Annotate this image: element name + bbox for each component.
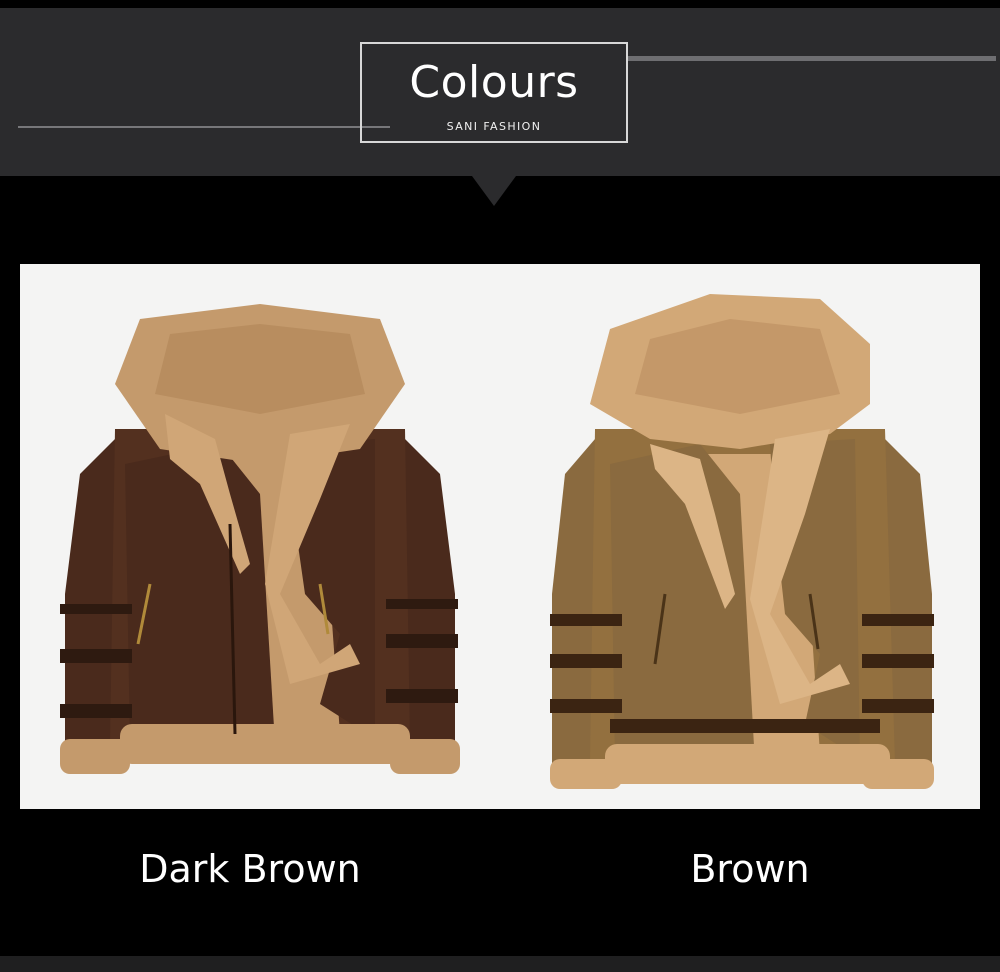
header-rule-right	[628, 56, 996, 61]
dark-brown-jacket-image	[60, 304, 460, 774]
colour-label-brown: Brown	[690, 847, 810, 891]
bottom-strip	[0, 956, 1000, 972]
header-notch	[472, 176, 516, 206]
title-box: Colours SANI FASHION	[360, 42, 628, 143]
header-rule-left	[18, 126, 390, 128]
product-photo-brown	[500, 264, 980, 809]
brown-jacket-image	[550, 294, 934, 789]
product-photo-dark-brown	[20, 264, 500, 809]
page-title: Colours	[409, 57, 579, 108]
colour-label-dark-brown: Dark Brown	[139, 847, 361, 891]
brand-subtitle: SANI FASHION	[446, 120, 542, 133]
